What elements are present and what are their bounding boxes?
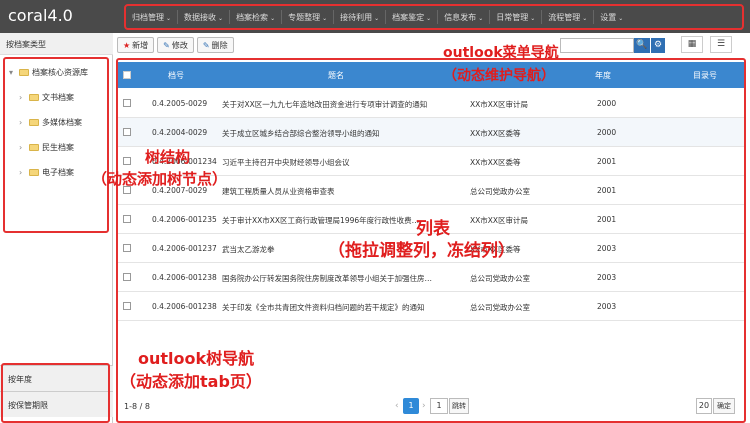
menu-item[interactable]: 设置 ⌄ (594, 12, 629, 23)
jump-page-input[interactable]: 1 (430, 398, 448, 414)
menu-item[interactable]: 信息发布 ⌄ (438, 12, 489, 23)
menu-item-label: 设置 (600, 12, 617, 22)
chevron-down-icon: ⌄ (166, 14, 172, 22)
app-logo: coral4.0 (8, 6, 73, 25)
outlook-menu: 归档管理 ⌄ 数据接收 ⌄ 档案检索 ⌄ 专题整理 ⌄ 接待利用 ⌄ 档案鉴定 ⌄ 信息发布 ⌄ 日常管理 ⌄… (124, 4, 744, 30)
tree-node[interactable]: ▾ 档案核心资源库 (9, 67, 88, 78)
annotation-outlook-tree-title: outlook树导航 (138, 349, 255, 368)
menu-item-label: 数据接收 (184, 12, 217, 22)
next-page-button[interactable]: › (422, 401, 426, 411)
chevron-down-icon: ⌄ (426, 14, 432, 22)
chevron-down-icon: ⌄ (530, 14, 536, 22)
menu-item-label: 接待利用 (340, 12, 373, 22)
menu-item[interactable]: 专题整理 ⌄ (282, 12, 333, 23)
menu-item[interactable]: 接待利用 ⌄ (334, 12, 385, 23)
grid-view-icon[interactable]: ▦ (681, 36, 703, 53)
search-input[interactable] (560, 38, 634, 53)
chevron-right-icon[interactable]: › (19, 118, 29, 127)
prev-page-button[interactable]: ‹ (395, 401, 399, 411)
chevron-down-icon: ⌄ (582, 14, 588, 22)
edit-label: 修改 (171, 40, 188, 50)
folder-icon (29, 169, 39, 176)
chevron-down-icon: ⌄ (374, 14, 380, 22)
tree-panel: ▾ 档案核心资源库 › 文书档案 › 多媒体档案 › 民生档案 › 电子档案 (3, 57, 109, 233)
tree-node[interactable]: › 电子档案 (19, 167, 74, 178)
chevron-right-icon[interactable]: › (19, 93, 29, 102)
list-view-icon[interactable]: ☰ (710, 36, 732, 53)
page-size-confirm-button[interactable]: 确定 (713, 398, 735, 414)
record-count: 1-8 / 8 (124, 402, 150, 411)
tree-node[interactable]: › 多媒体档案 (19, 117, 82, 128)
menu-item[interactable]: 日常管理 ⌄ (490, 12, 541, 23)
annotation-menu-title: outlook菜单导航 (443, 45, 559, 61)
menu-item-label: 信息发布 (444, 12, 477, 22)
tree-node-label: 民生档案 (42, 143, 74, 152)
folder-icon (29, 94, 39, 101)
add-button[interactable]: ★ 新增 (117, 37, 155, 53)
chevron-down-icon: ⌄ (618, 14, 624, 22)
annotation-tree-desc: （动态添加树节点） (92, 170, 228, 188)
chevron-down-icon[interactable]: ▾ (9, 68, 19, 77)
chevron-down-icon: ⌄ (322, 14, 328, 22)
menu-item-label: 档案鉴定 (392, 12, 425, 22)
chevron-down-icon: ⌄ (218, 14, 224, 22)
delete-label: 删除 (211, 40, 228, 50)
edit-icon: ✎ (163, 40, 170, 50)
outlook-tree-outline (1, 363, 110, 423)
delete-button[interactable]: ✎ 删除 (196, 37, 234, 53)
menu-item[interactable]: 归档管理 ⌄ (126, 12, 177, 23)
current-page-button[interactable]: 1 (403, 398, 419, 414)
menu-item-label: 流程管理 (548, 12, 581, 22)
gear-icon[interactable]: ⚙ (651, 38, 665, 53)
tree-node[interactable]: › 民生档案 (19, 142, 74, 153)
sidebar: 按档案类型 ▾ 档案核心资源库 › 文书档案 › 多媒体档案 › 民生档案 › 电子档案 按年度 … (0, 33, 113, 423)
menu-item[interactable]: 流程管理 ⌄ (542, 12, 593, 23)
annotation-menu-desc: （动态维护导航） (443, 68, 555, 84)
menu-item[interactable]: 档案鉴定 ⌄ (386, 12, 437, 23)
menu-item-label: 档案检索 (236, 12, 269, 22)
tree-node-label: 文书档案 (42, 93, 74, 102)
search-icon[interactable]: 🔍 (634, 38, 650, 53)
menu-item-label: 归档管理 (132, 12, 164, 22)
chevron-right-icon[interactable]: › (19, 143, 29, 152)
edit-button[interactable]: ✎ 修改 (157, 37, 194, 53)
tree-node-label: 档案核心资源库 (32, 68, 88, 77)
tree-node[interactable]: › 文书档案 (19, 92, 74, 103)
folder-icon (29, 144, 39, 151)
page-size-input[interactable]: 20 (696, 398, 712, 414)
folder-icon (19, 69, 29, 76)
tree-node-label: 电子档案 (42, 168, 74, 177)
chevron-right-icon[interactable]: › (19, 168, 29, 177)
sidebar-header[interactable]: 按档案类型 (0, 33, 113, 55)
star-icon: ★ (123, 40, 131, 50)
menu-item-label: 日常管理 (496, 12, 529, 22)
annotation-outlook-tree-desc: （动态添加tab页） (120, 372, 262, 391)
menu-item[interactable]: 档案检索 ⌄ (230, 12, 281, 23)
delete-icon: ✎ (202, 40, 210, 50)
top-bar: coral4.0 归档管理 ⌄ 数据接收 ⌄ 档案检索 ⌄ 专题整理 ⌄ 接待利用 ⌄ 档案鉴定 ⌄ 信… (0, 0, 750, 33)
add-label: 新增 (132, 40, 149, 50)
annotation-tree-title: 树结构 (145, 148, 191, 166)
menu-item-label: 专题整理 (288, 12, 321, 22)
chevron-down-icon: ⌄ (478, 14, 484, 22)
pagination-bar: 1-8 / 8 ‹ 1 › 1 跳转 20 确定 (118, 393, 744, 421)
chevron-down-icon: ⌄ (270, 14, 276, 22)
folder-icon (29, 119, 39, 126)
tree-node-label: 多媒体档案 (42, 118, 82, 127)
toolbar: ★ 新增 ✎ 修改 ✎ 删除 (117, 37, 234, 55)
menu-item[interactable]: 数据接收 ⌄ (178, 12, 229, 23)
annotation-list-desc: （拖拉调整列，冻结列） (328, 241, 515, 261)
jump-button[interactable]: 跳转 (449, 398, 469, 414)
